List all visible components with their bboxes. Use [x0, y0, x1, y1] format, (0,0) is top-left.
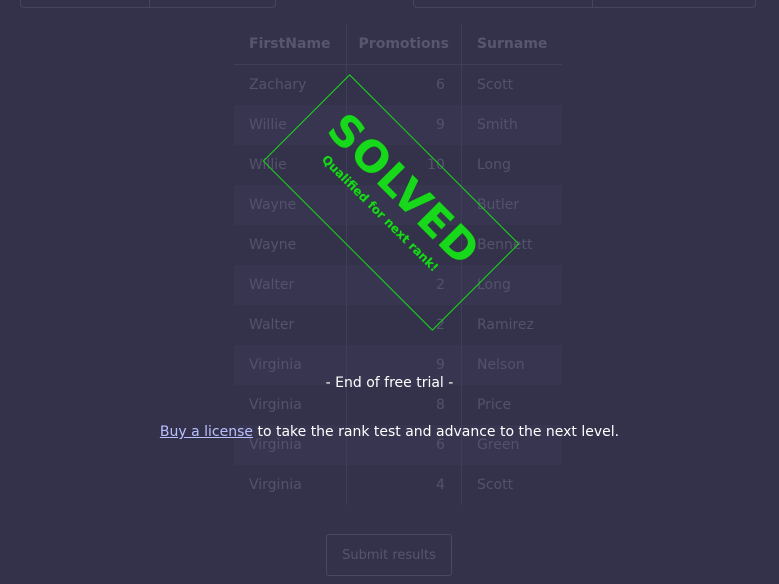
table-row: Willie 10 Long — [234, 145, 563, 185]
table-row: Wayne Bennett — [234, 225, 563, 265]
table-row: Willie 9 Smith — [234, 105, 563, 145]
buy-license-link[interactable]: Buy a license — [160, 424, 253, 440]
firstname-cell: Wayne — [249, 237, 297, 253]
promotions-cell: 2 — [345, 305, 462, 345]
surname-header: Surname — [460, 24, 563, 65]
firstname-cell: Zachary — [249, 77, 307, 93]
firstname-cell: Wayne — [234, 185, 347, 225]
firstname-cell: Virginia — [249, 477, 302, 493]
surname-cell: Scott — [460, 64, 563, 105]
top-left-control-group — [20, 0, 276, 8]
promotions-cell — [345, 225, 462, 265]
firstname-header: FirstName — [234, 24, 347, 65]
table-row: Wayne Butler — [234, 185, 563, 225]
table-row: Virginia 6 Green — [234, 425, 563, 465]
surname-cell: Price — [460, 385, 563, 425]
table-row: Virginia 9 Nelson — [234, 345, 563, 385]
firstname-cell: Walter — [234, 265, 347, 305]
promotions-cell: 6 — [345, 425, 462, 465]
firstname-cell: Willie — [234, 105, 347, 145]
table-header: FirstName Promotions Surname — [234, 24, 563, 65]
surname-cell: Nelson — [460, 345, 563, 385]
promotions-cell: 4 — [345, 465, 462, 505]
sql-practice-page: FirstName Promotions Surname Zachary 6 S… — [0, 0, 779, 584]
firstname-cell: Virginia — [234, 345, 347, 385]
table-row: Walter 2 Ramirez — [234, 305, 563, 345]
table-row: Virginia 8 Price — [234, 385, 563, 425]
promotions-cell: 6 — [345, 64, 462, 105]
promotions-cell: 10 — [345, 145, 462, 185]
surname-cell: Butler — [460, 185, 563, 225]
firstname-cell: Willie — [249, 157, 287, 173]
surname-cell: Smith — [460, 105, 563, 145]
promotions-cell — [345, 185, 462, 225]
table-body: Zachary 6 Scott Willie 9 Smith Willie 10… — [234, 64, 563, 505]
top-right-control-group — [413, 0, 756, 8]
header-row: FirstName Promotions Surname — [234, 24, 563, 65]
surname-cell: Bennett — [460, 225, 563, 265]
table-row: Walter 2 Long — [234, 265, 563, 305]
promotions-cell: 9 — [345, 345, 462, 385]
promotions-cell: 8 — [345, 385, 462, 425]
firstname-cell: Virginia — [249, 397, 302, 413]
submit-results-button[interactable]: Submit results — [326, 534, 452, 576]
results-table: FirstName Promotions Surname Zachary 6 S… — [234, 24, 563, 505]
surname-cell: Ramirez — [460, 305, 563, 345]
firstname-cell: Walter — [249, 317, 295, 333]
surname-cell: Scott — [460, 465, 563, 505]
surname-cell: Long — [460, 145, 563, 185]
promotions-cell: 2 — [345, 265, 462, 305]
promotions-header: Promotions — [345, 24, 462, 65]
surname-cell: Long — [460, 265, 563, 305]
table-row: Zachary 6 Scott — [234, 64, 563, 105]
table-row: Virginia 4 Scott — [234, 465, 563, 505]
surname-cell: Green — [460, 425, 563, 465]
promotions-cell: 9 — [345, 105, 462, 145]
